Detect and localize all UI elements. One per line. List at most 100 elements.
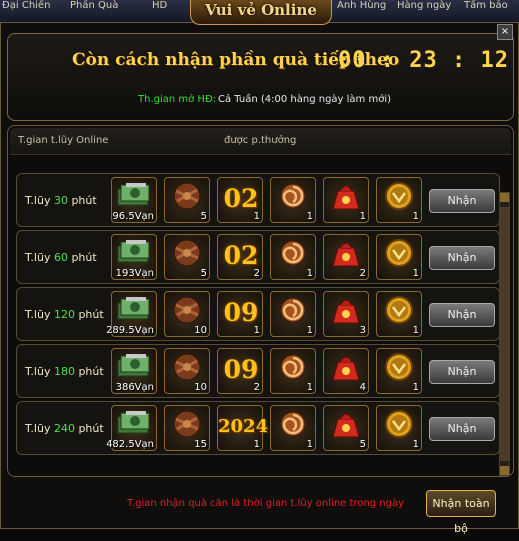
row-time-minutes: 30 <box>53 194 68 207</box>
countdown-timer: 00 : 23 : 12 <box>338 48 509 73</box>
reward-item-slot[interactable]: 5 <box>164 177 210 223</box>
footer-note: T.gian nhận quà căn là thời gian t.lũy o… <box>127 498 405 509</box>
reward-item-slot[interactable]: 96.5Vạn <box>111 177 157 223</box>
reward-item-slot[interactable]: 1 <box>376 405 422 451</box>
row-time-minutes: 240 <box>53 422 75 435</box>
top-tab-tam-bao[interactable]: Tấm bảo <box>464 0 518 14</box>
reward-item-slot[interactable]: 2 <box>323 234 369 280</box>
reward-item-slot[interactable]: 2024 1 <box>217 405 269 451</box>
reward-quantity: 1 <box>306 382 313 393</box>
reward-item-slot[interactable]: 1 <box>376 348 422 394</box>
reward-quantity: 1 <box>253 211 260 222</box>
reward-item-slot[interactable]: 02 1 <box>217 177 263 223</box>
countdown-panel: Còn cách nhận phần quà tiếp theo 00 : 23… <box>7 33 514 121</box>
reward-quantity: 1 <box>359 211 366 222</box>
reward-quantity: 1 <box>306 439 313 450</box>
open-time-value: Cả Tuần (4:00 hàng ngày làm mới) <box>218 94 392 105</box>
header-online-time: T.gian t.lũy Online <box>18 135 109 146</box>
reward-item-slot[interactable]: 289.5Vạn <box>106 291 157 337</box>
reward-quantity: 10 <box>194 382 207 393</box>
reward-quantity: 15 <box>194 439 207 450</box>
reward-quantity: 1 <box>253 439 260 450</box>
top-tab-hang-ngay[interactable]: Hàng ngày <box>397 0 453 14</box>
reward-row: T.lũy 30 phút 96.5Vạn 5 02 1 1 1 1 Nhận <box>16 173 500 227</box>
reward-quantity: 193Vạn <box>115 268 154 279</box>
row-time-prefix: T.lũy <box>25 194 54 207</box>
row-time-prefix: T.lũy <box>25 251 54 264</box>
reward-item-slot[interactable]: 1 <box>323 177 369 223</box>
reward-item-slot[interactable]: 02 2 <box>217 234 263 280</box>
reward-quantity: 1 <box>306 268 313 279</box>
reward-row: T.lũy 120 phút 289.5Vạn 10 09 1 1 3 1 Nhận <box>16 287 500 341</box>
reward-item-slot[interactable]: 1 <box>270 348 316 394</box>
row-time-suffix: phút <box>74 308 104 321</box>
reward-item-slot[interactable]: 1 <box>376 177 422 223</box>
reward-row: T.lũy 180 phút 386Vạn 10 09 2 1 4 1 Nhận <box>16 344 500 398</box>
reward-quantity: 1 <box>412 325 419 336</box>
reward-quantity: 2 <box>253 268 260 279</box>
scroll-thumb[interactable] <box>500 207 509 461</box>
reward-quantity: 5 <box>200 268 207 279</box>
row-time-suffix: phút <box>74 422 104 435</box>
reward-item-slot[interactable]: 1 <box>376 234 422 280</box>
reward-item-slot[interactable]: 1 <box>270 291 316 337</box>
reward-quantity: 1 <box>412 211 419 222</box>
reward-row: T.lũy 60 phút 193Vạn 5 02 2 1 2 1 Nhận <box>16 230 500 284</box>
reward-item-slot[interactable]: 3 <box>323 291 369 337</box>
reward-item-slot[interactable]: 482.5Vạn <box>106 405 157 451</box>
reward-item-slot[interactable]: 09 1 <box>217 291 263 337</box>
reward-list-panel: T.gian t.lũy Online được p.thưởng T.lũy … <box>7 125 514 477</box>
close-button[interactable]: × <box>497 24 513 40</box>
claim-button[interactable]: Nhận <box>429 189 495 213</box>
reward-item-slot[interactable]: 4 <box>323 348 369 394</box>
top-tab-phan-qua[interactable]: Phần Quà <box>70 0 124 14</box>
reward-item-slot[interactable]: 1 <box>270 234 316 280</box>
reward-item-slot[interactable]: 09 2 <box>217 348 263 394</box>
reward-quantity: 3 <box>359 325 366 336</box>
reward-quantity: 5 <box>200 211 207 222</box>
window-title: Vui vẻ Online <box>205 1 317 19</box>
scroll-down-arrow-icon[interactable] <box>500 466 509 475</box>
claim-all-button[interactable]: Nhận toàn bộ <box>426 490 496 535</box>
reward-item-slot[interactable]: 386Vạn <box>111 348 157 394</box>
reward-item-slot[interactable]: 5 <box>323 405 369 451</box>
reward-row: T.lũy 240 phút 482.5Vạn 15 2024 1 1 5 1 Nhận <box>16 401 500 455</box>
row-time-prefix: T.lũy <box>25 365 54 378</box>
scroll-up-arrow-icon[interactable] <box>500 193 509 202</box>
row-time-suffix: phút <box>67 251 97 264</box>
reward-item-slot[interactable]: 10 <box>164 348 210 394</box>
top-tab-anh-hung[interactable]: Anh Hùng <box>337 0 392 14</box>
row-time-label: T.lũy 240 phút <box>25 422 104 435</box>
reward-quantity: 1 <box>306 211 313 222</box>
reward-quantity: 10 <box>194 325 207 336</box>
reward-quantity: 5 <box>359 439 366 450</box>
reward-list-header: T.gian t.lũy Online được p.thưởng <box>10 128 511 155</box>
reward-number-text: 09 <box>223 298 259 327</box>
top-tab-hd[interactable]: HD <box>152 0 176 14</box>
row-time-label: T.lũy 30 phút <box>25 194 97 207</box>
reward-item-slot[interactable]: 1 <box>270 177 316 223</box>
reward-number-text: 09 <box>223 355 259 384</box>
top-tab-dai-chien[interactable]: Đại Chiến <box>2 0 58 14</box>
claim-button[interactable]: Nhận <box>429 246 495 270</box>
row-time-minutes: 120 <box>53 308 75 321</box>
reward-quantity: 1 <box>412 439 419 450</box>
row-time-label: T.lũy 180 phút <box>25 365 104 378</box>
reward-item-slot[interactable]: 193Vạn <box>111 234 157 280</box>
reward-quantity: 1 <box>306 325 313 336</box>
reward-item-slot[interactable]: 1 <box>270 405 316 451</box>
claim-button[interactable]: Nhận <box>429 303 495 327</box>
reward-quantity: 1 <box>412 268 419 279</box>
reward-number-text: 2024 <box>218 416 269 437</box>
claim-button[interactable]: Nhận <box>429 360 495 384</box>
reward-item-slot[interactable]: 15 <box>164 405 210 451</box>
row-time-label: T.lũy 120 phút <box>25 308 104 321</box>
reward-quantity: 482.5Vạn <box>106 439 154 450</box>
row-time-prefix: T.lũy <box>25 308 54 321</box>
open-time-label: Th.gian mở HĐ: <box>138 94 217 105</box>
claim-button[interactable]: Nhận <box>429 417 495 441</box>
reward-item-slot[interactable]: 5 <box>164 234 210 280</box>
reward-list-scrollbar[interactable] <box>499 192 510 476</box>
reward-item-slot[interactable]: 1 <box>376 291 422 337</box>
reward-item-slot[interactable]: 10 <box>164 291 210 337</box>
